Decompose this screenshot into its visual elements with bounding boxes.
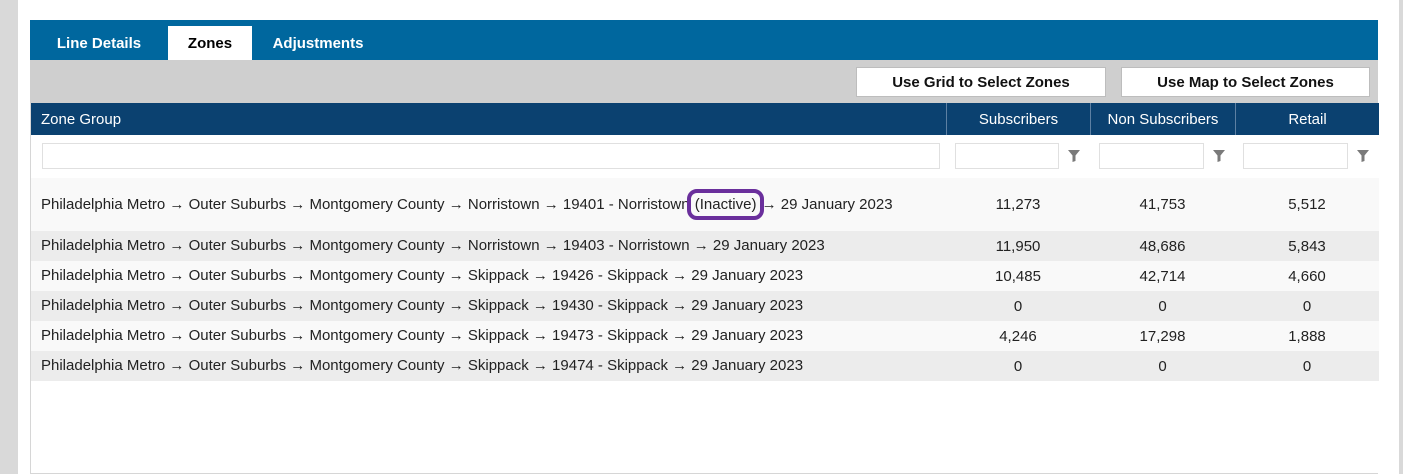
retail-cell: 5,512 <box>1288 196 1326 213</box>
zones-grid: Zone Group Subscribers Non Subscribers R… <box>30 103 1379 474</box>
filter-row <box>31 135 1379 178</box>
subscribers-cell: 11,950 <box>995 237 1041 255</box>
tab-zones[interactable]: Zones <box>168 26 252 60</box>
subscribers-filter-input[interactable] <box>955 143 1059 169</box>
table-row[interactable]: Philadelphia Metro → Outer Suburbs → Mon… <box>31 261 1379 291</box>
column-header-retail[interactable]: Retail <box>1235 103 1379 135</box>
tab-line-details[interactable]: Line Details <box>30 26 168 60</box>
zone-group-filter-input[interactable] <box>42 143 940 169</box>
column-header-non-subscribers[interactable]: Non Subscribers <box>1090 103 1235 135</box>
zones-panel: Line Details Zones Adjustments Use Grid … <box>18 0 1382 474</box>
filter-funnel-icon[interactable] <box>1061 143 1087 169</box>
non-subscribers-cell: 17,298 <box>1139 327 1186 345</box>
filter-funnel-icon[interactable] <box>1350 143 1376 169</box>
zone-group-cell: Philadelphia Metro → Outer Suburbs → Mon… <box>41 327 804 344</box>
retail-cell: 0 <box>1302 357 1312 375</box>
subscribers-cell: 10,485 <box>995 267 1041 285</box>
table-row[interactable]: Philadelphia Metro → Outer Suburbs → Mon… <box>31 231 1379 261</box>
non-subscribers-cell: 0 <box>1158 357 1167 375</box>
column-header-zone-group[interactable]: Zone Group <box>31 103 946 135</box>
table-row[interactable]: Philadelphia Metro → Outer Suburbs → Mon… <box>31 321 1379 351</box>
table-row[interactable]: Philadelphia Metro → Outer Suburbs → Mon… <box>31 178 1379 231</box>
zone-group-cell: Philadelphia Metro → Outer Suburbs → Mon… <box>41 297 804 314</box>
filter-funnel-icon[interactable] <box>1206 143 1232 169</box>
subscribers-cell: 4,246 <box>999 327 1037 345</box>
subscribers-cell: 0 <box>1013 357 1023 375</box>
table-row[interactable]: Philadelphia Metro → Outer Suburbs → Mon… <box>31 351 1379 381</box>
retail-filter-input[interactable] <box>1243 143 1348 169</box>
zone-path-text: Philadelphia Metro → Outer Suburbs → Mon… <box>41 188 893 220</box>
zone-group-cell: Philadelphia Metro → Outer Suburbs → Mon… <box>41 237 825 254</box>
retail-cell: 0 <box>1302 297 1312 315</box>
non-subscribers-filter-input[interactable] <box>1099 143 1204 169</box>
grid-header: Zone Group Subscribers Non Subscribers R… <box>31 103 1379 135</box>
non-subscribers-cell: 48,686 <box>1139 237 1186 255</box>
zone-group-cell: Philadelphia Metro → Outer Suburbs → Mon… <box>31 178 945 231</box>
zone-selection-toolbar: Use Grid to Select Zones Use Map to Sele… <box>30 60 1378 103</box>
zone-group-cell: Philadelphia Metro → Outer Suburbs → Mon… <box>41 357 804 374</box>
retail-cell: 5,843 <box>1288 237 1326 255</box>
retail-cell: 1,888 <box>1288 327 1326 345</box>
column-header-subscribers[interactable]: Subscribers <box>946 103 1090 135</box>
subscribers-cell: 11,273 <box>995 196 1041 213</box>
subscribers-cell: 0 <box>1013 297 1023 315</box>
inactive-status-badge: (Inactive) <box>686 188 765 220</box>
table-row[interactable]: Philadelphia Metro → Outer Suburbs → Mon… <box>31 291 1379 321</box>
tab-bar: Line Details Zones Adjustments <box>30 20 1378 60</box>
non-subscribers-cell: 0 <box>1158 297 1167 315</box>
retail-cell: 4,660 <box>1288 267 1326 285</box>
use-grid-button[interactable]: Use Grid to Select Zones <box>856 67 1106 97</box>
non-subscribers-cell: 42,714 <box>1139 267 1186 285</box>
tab-adjustments[interactable]: Adjustments <box>252 26 384 60</box>
zone-group-cell: Philadelphia Metro → Outer Suburbs → Mon… <box>41 267 804 284</box>
page-right-edge <box>1382 0 1399 474</box>
non-subscribers-cell: 41,753 <box>1139 196 1186 213</box>
use-map-button[interactable]: Use Map to Select Zones <box>1121 67 1370 97</box>
